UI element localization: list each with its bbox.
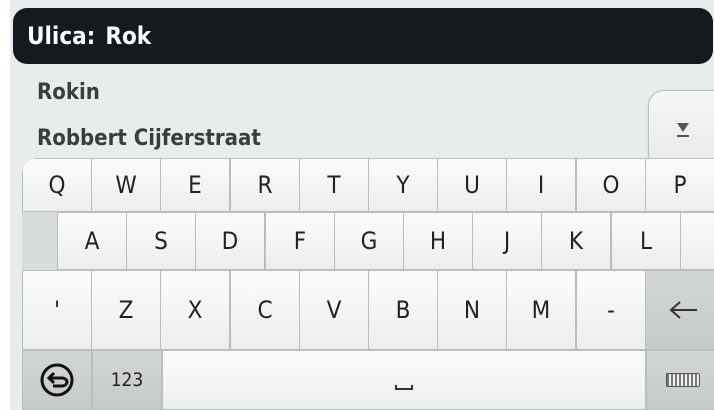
- key-m[interactable]: M: [506, 270, 576, 350]
- key-apostrophe[interactable]: ': [22, 270, 92, 350]
- key-filler: [680, 212, 714, 270]
- key-j[interactable]: J: [472, 212, 542, 270]
- key-c[interactable]: C: [230, 270, 300, 350]
- key-x[interactable]: X: [160, 270, 230, 350]
- key-b[interactable]: B: [368, 270, 438, 350]
- key-label: Z: [118, 296, 134, 324]
- key-label: B: [395, 296, 411, 324]
- key-label: C: [257, 296, 273, 324]
- mode-key[interactable]: 123: [92, 350, 162, 410]
- backspace-key[interactable]: [645, 270, 714, 350]
- key-label: 123: [110, 369, 144, 391]
- back-key[interactable]: [22, 350, 92, 410]
- key-y[interactable]: Y: [368, 158, 438, 212]
- key-e[interactable]: E: [160, 158, 230, 212]
- key-k[interactable]: K: [541, 212, 611, 270]
- key-t[interactable]: T: [299, 158, 369, 212]
- key-label: T: [327, 171, 341, 199]
- key-w[interactable]: W: [91, 158, 161, 212]
- key-label: N: [463, 296, 481, 324]
- back-icon: [40, 363, 74, 397]
- keyboard-icon: [666, 373, 700, 387]
- result-item-2[interactable]: Robbert Cijferstraat: [37, 126, 261, 151]
- key-g[interactable]: G: [334, 212, 404, 270]
- key-label: E: [188, 171, 202, 199]
- key-label: X: [187, 296, 203, 324]
- key-label: S: [154, 227, 168, 255]
- key-label: K: [568, 227, 584, 255]
- key-label: V: [326, 296, 342, 324]
- key-z[interactable]: Z: [91, 270, 161, 350]
- result-item-1[interactable]: Rokin: [37, 80, 100, 105]
- key-o[interactable]: O: [576, 158, 646, 212]
- key-label: A: [84, 227, 100, 255]
- key-label: Y: [396, 171, 410, 199]
- key-label: U: [464, 171, 480, 199]
- key-label: H: [429, 227, 447, 255]
- key-label: O: [602, 171, 620, 199]
- key-label: J: [503, 227, 511, 255]
- key-r[interactable]: R: [230, 158, 300, 212]
- key-label: P: [673, 171, 687, 199]
- key-label: ': [54, 296, 60, 324]
- key-s[interactable]: S: [126, 212, 196, 270]
- key-f[interactable]: F: [265, 212, 335, 270]
- key-label: Q: [48, 171, 66, 199]
- search-field[interactable]: Ulica: Rok: [13, 8, 713, 64]
- space-key[interactable]: [162, 350, 646, 410]
- key-label: L: [639, 227, 653, 255]
- key-hyphen[interactable]: -: [576, 270, 646, 350]
- key-a[interactable]: A: [57, 212, 127, 270]
- key-u[interactable]: U: [437, 158, 507, 212]
- key-label: -: [607, 296, 615, 324]
- space-icon: [395, 384, 413, 390]
- key-n[interactable]: N: [437, 270, 507, 350]
- key-h[interactable]: H: [403, 212, 473, 270]
- key-label: I: [537, 171, 545, 199]
- key-label: D: [221, 227, 239, 255]
- key-q[interactable]: Q: [22, 158, 92, 212]
- backspace-icon: [667, 300, 699, 320]
- key-label: M: [531, 296, 551, 324]
- field-label: Ulica:: [27, 22, 96, 50]
- key-d[interactable]: D: [195, 212, 265, 270]
- key-label: R: [257, 171, 273, 199]
- key-l[interactable]: L: [611, 212, 681, 270]
- search-input[interactable]: Rok: [105, 22, 151, 50]
- key-label: F: [293, 227, 307, 255]
- key-label: W: [115, 171, 137, 199]
- key-p[interactable]: P: [645, 158, 714, 212]
- hide-keyboard-key[interactable]: [646, 350, 714, 410]
- key-i[interactable]: I: [506, 158, 576, 212]
- keyboard: Q W E R T Y U I O P A S D F G H J K L ' Z X C V B N M - 123: [22, 158, 714, 410]
- key-label: G: [360, 227, 378, 255]
- key-v[interactable]: V: [299, 270, 369, 350]
